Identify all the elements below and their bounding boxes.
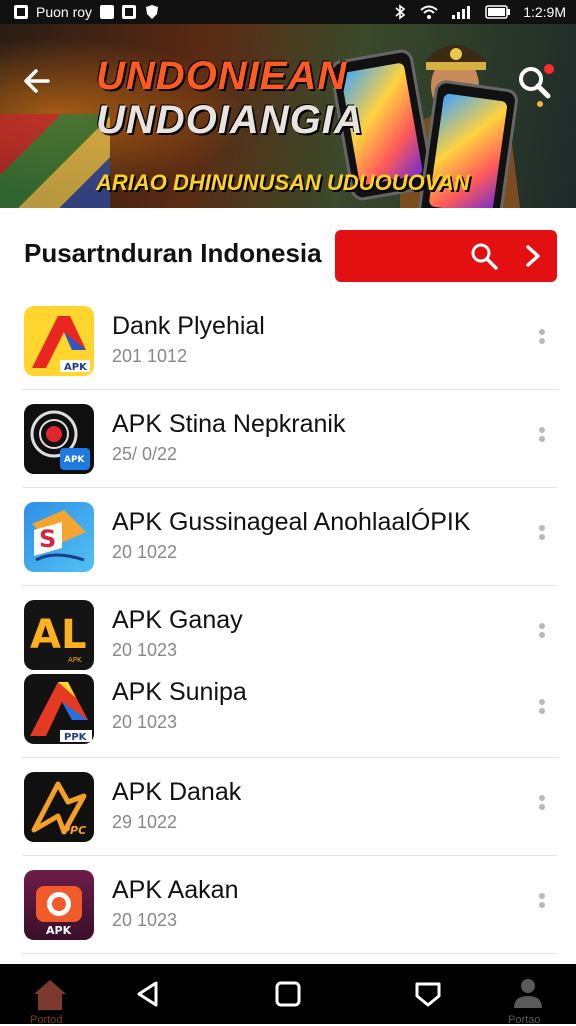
more-vertical-icon[interactable] bbox=[532, 424, 552, 454]
more-vertical-icon[interactable] bbox=[532, 696, 552, 726]
list-item[interactable]: APK APK Aakan 20 1023 bbox=[0, 856, 576, 954]
app-name: APK Stina Nepkranik bbox=[112, 410, 346, 438]
svg-text:APK: APK bbox=[46, 924, 72, 937]
list-item[interactable]: S APK Gussinageal AnohlaalÓPIK 20 1022 bbox=[0, 488, 576, 586]
svg-text:AL: AL bbox=[30, 612, 86, 658]
app-date: 29 1022 bbox=[112, 812, 178, 832]
dark-circle-glyph: APK bbox=[30, 410, 90, 470]
more-vertical-icon[interactable] bbox=[532, 890, 552, 920]
apk-icon-camera: APK bbox=[24, 870, 94, 940]
flag-notification-icon bbox=[122, 5, 137, 19]
header-row: Pusartnduran Indonesia bbox=[0, 208, 576, 292]
home-icon bbox=[34, 980, 66, 1010]
bluetooth-icon bbox=[395, 4, 406, 20]
wifi-icon bbox=[420, 5, 438, 19]
apk-icon-a: APK bbox=[24, 306, 94, 376]
notification-dot bbox=[544, 64, 554, 74]
home-tab[interactable]: Portod bbox=[22, 964, 78, 1026]
apk-icon-spark: PPC bbox=[24, 772, 94, 842]
hero-banner: UNDONIEAN UNDOIANGIA ARIAO DHINUNUSAN UD… bbox=[0, 24, 576, 208]
home-tab-label: Portod bbox=[30, 1014, 63, 1026]
app-date: 20 1023 bbox=[112, 712, 178, 732]
navigation-bar: Portod Portao bbox=[0, 964, 576, 1026]
shield-outline-icon bbox=[415, 982, 441, 1007]
svg-text:APK: APK bbox=[64, 455, 86, 465]
app-date: 20 1022 bbox=[112, 542, 178, 562]
triangle-glyph: PPK bbox=[30, 682, 92, 743]
search-button-top[interactable] bbox=[514, 62, 560, 108]
apk-icon-s: S bbox=[24, 502, 94, 572]
app-date: 201 1012 bbox=[112, 346, 188, 366]
divider bbox=[22, 953, 558, 954]
list-item[interactable]: PPC APK Danak 29 1022 bbox=[0, 758, 576, 856]
profile-tab-label: Portao bbox=[508, 1014, 541, 1026]
carrier-text: Puon roy bbox=[36, 4, 93, 20]
hero-flags-image bbox=[0, 114, 110, 208]
al-glyph: AL APK bbox=[30, 612, 86, 664]
app-name: APK Aakan bbox=[112, 876, 239, 904]
back-nav-button[interactable] bbox=[126, 964, 170, 1024]
app-name: Dank Plyehial bbox=[112, 312, 265, 340]
s-glyph: S bbox=[32, 510, 86, 562]
hero-title-line2: UNDOIANGIA bbox=[96, 98, 364, 142]
camera-glyph: APK bbox=[36, 886, 82, 937]
search-icon bbox=[471, 243, 498, 270]
list-item[interactable]: AL APK APK Ganay 20 1023 bbox=[0, 586, 576, 670]
hero-subtitle: ARIAO DHINUNUSAN UDUOUOVAN bbox=[96, 170, 470, 195]
app-name: APK Sunipa bbox=[112, 678, 247, 706]
app-date: 25/ 0/22 bbox=[112, 444, 178, 464]
clock-text: 1:2:9M bbox=[523, 4, 566, 20]
battery-icon bbox=[485, 5, 511, 19]
profile-tab[interactable]: Portao bbox=[500, 964, 556, 1026]
more-vertical-icon[interactable] bbox=[532, 326, 552, 356]
svg-text:PPK: PPK bbox=[64, 732, 88, 743]
page-title: Pusartnduran Indonesia bbox=[24, 238, 322, 268]
square-home-icon bbox=[275, 981, 301, 1007]
svg-text:APK: APK bbox=[64, 362, 88, 373]
svg-text:S: S bbox=[39, 525, 56, 553]
notification-icon bbox=[14, 5, 28, 19]
apk-a-glyph: APK bbox=[32, 316, 90, 373]
list-item[interactable]: APK Dank Plyehial 201 1012 bbox=[0, 292, 576, 390]
svg-text:PPC: PPC bbox=[62, 824, 86, 837]
svg-text:APK: APK bbox=[68, 656, 82, 664]
spark-glyph: PPC bbox=[31, 781, 87, 837]
app-date: 20 1023 bbox=[112, 910, 178, 930]
triangle-back-icon bbox=[137, 981, 158, 1007]
more-vertical-icon[interactable] bbox=[532, 522, 552, 552]
app-name: APK Gussinageal AnohlaalÓPIK bbox=[112, 508, 471, 536]
app-name: APK Danak bbox=[112, 778, 242, 806]
arrow-left-icon bbox=[24, 69, 50, 93]
recents-nav-button[interactable] bbox=[406, 964, 450, 1024]
chevron-right-icon bbox=[526, 245, 540, 267]
profile-icon bbox=[514, 979, 542, 1008]
search-button[interactable] bbox=[335, 230, 557, 282]
signal-icon bbox=[452, 6, 471, 19]
apk-icon-al: AL APK bbox=[24, 600, 94, 670]
app-notification-icon bbox=[100, 5, 115, 19]
hero-title-line1: UNDONIEAN bbox=[96, 54, 348, 98]
more-vertical-icon[interactable] bbox=[532, 792, 552, 822]
more-vertical-icon[interactable] bbox=[532, 620, 552, 650]
list-item[interactable]: PPK APK Sunipa 20 1023 bbox=[0, 670, 576, 758]
shield-icon bbox=[146, 5, 159, 19]
list-item[interactable]: APK APK Stina Nepkranik 25/ 0/22 bbox=[0, 390, 576, 488]
home-nav-button[interactable] bbox=[266, 964, 310, 1024]
apk-icon-dark-circle: APK bbox=[24, 404, 94, 474]
app-date: 20 1023 bbox=[112, 640, 178, 660]
back-button[interactable] bbox=[14, 58, 60, 104]
apk-icon-triangle: PPK bbox=[24, 674, 94, 744]
status-bar: Puon roy 1:2:9M bbox=[0, 0, 576, 24]
app-name: APK Ganay bbox=[112, 606, 243, 634]
